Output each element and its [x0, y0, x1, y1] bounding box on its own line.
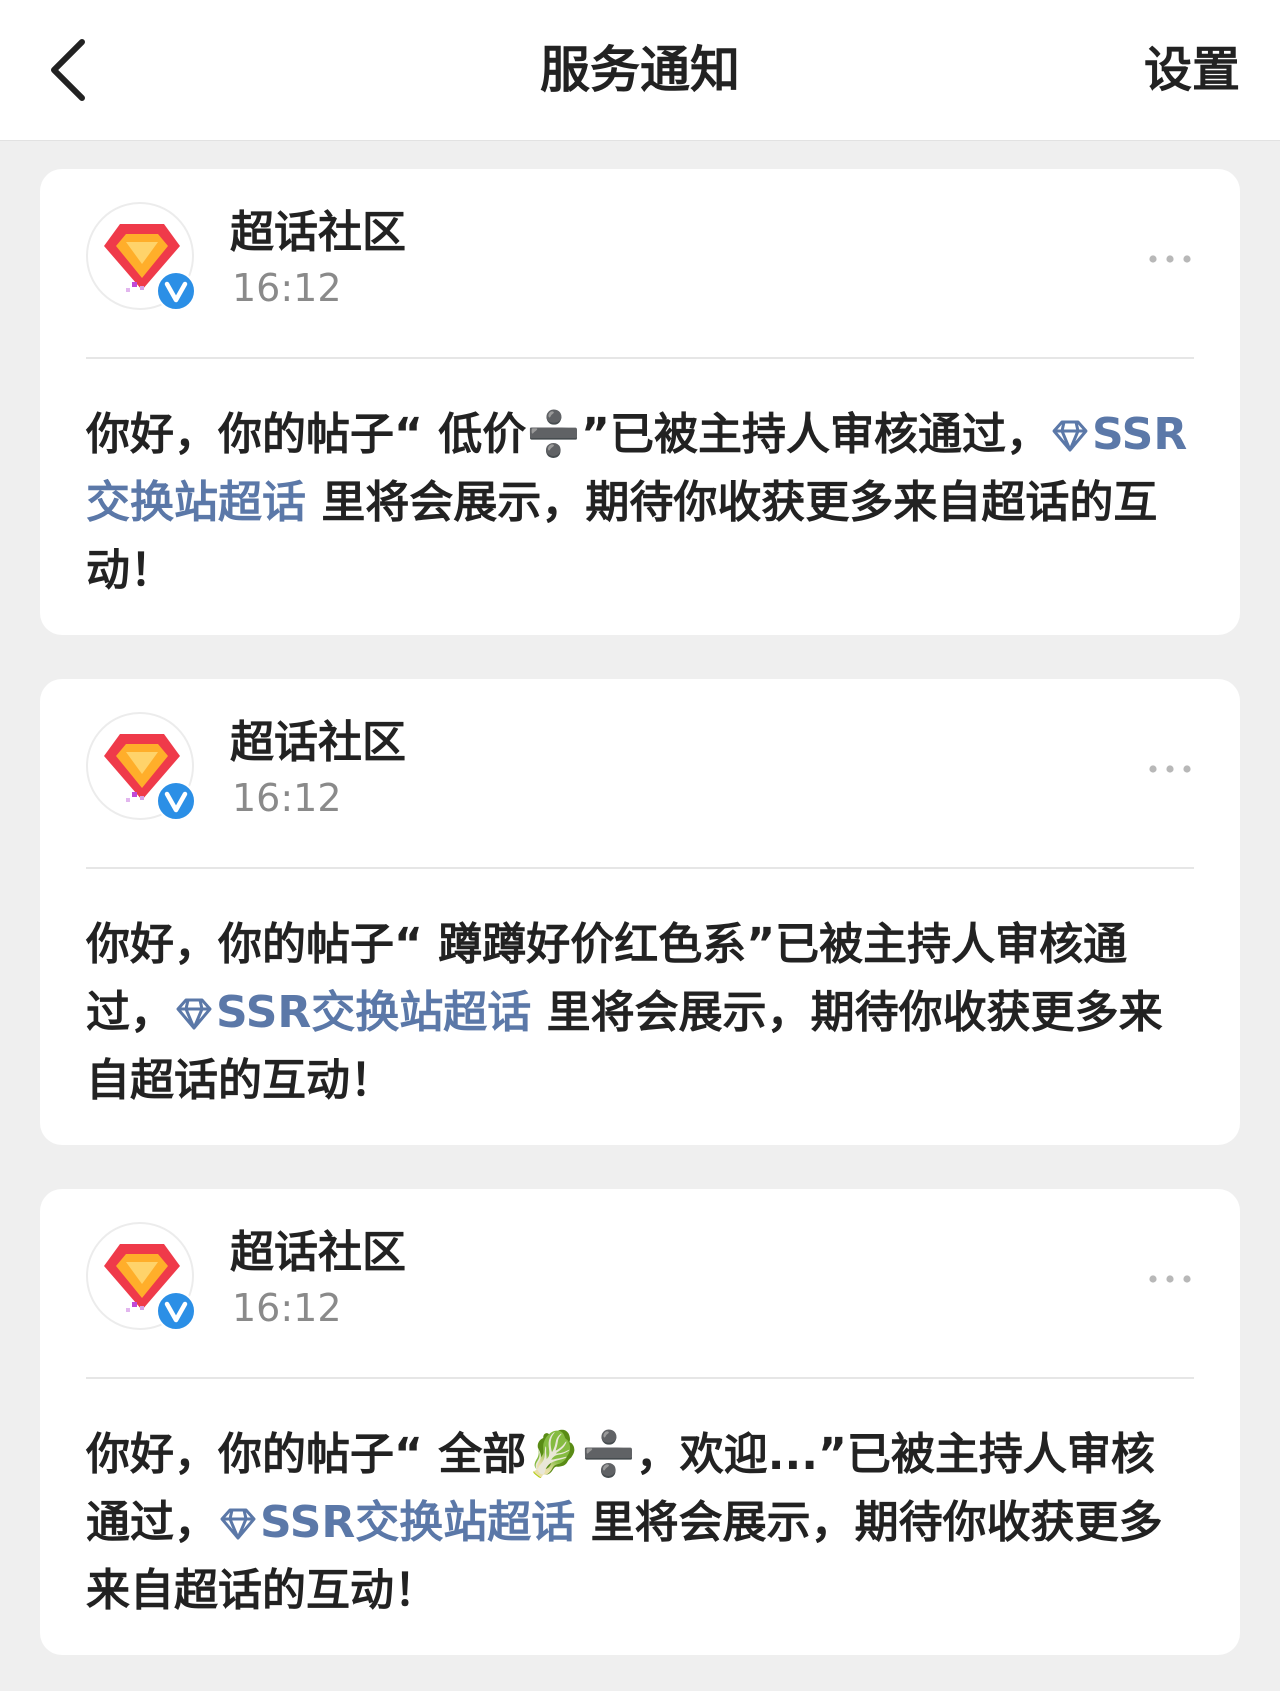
more-horizontal-icon: [1149, 255, 1191, 263]
message-text: 你好，你的帖子“ 低价➗”已被主持人审核通过，: [86, 409, 1050, 460]
topic-link[interactable]: SSR交换站超话: [174, 987, 531, 1038]
message-body: 你好，你的帖子“ 低价➗”已被主持人审核通过， SSR交换站超话 里将会展示，期待…: [86, 359, 1194, 605]
verified-badge-icon: [156, 271, 196, 311]
diamond-icon: [220, 1508, 256, 1540]
sender-name: 超话社区: [230, 1227, 406, 1278]
more-button[interactable]: [1146, 1259, 1194, 1299]
more-button[interactable]: [1146, 749, 1194, 789]
verified-badge-icon: [156, 781, 196, 821]
message-body: 你好，你的帖子“ 全部🥬➗，欢迎...”已被主持人审核通过， SSR交换站超话 里…: [86, 1379, 1194, 1625]
sender-name: 超话社区: [230, 207, 406, 258]
notification-list: 超话社区 16:12 你好，你的帖子“ 低价➗”已被主持人审核通过， SSR交换站…: [0, 141, 1280, 1655]
notification-card: 超话社区 16:12 你好，你的帖子“ 全部🥬➗，欢迎...”已被主持人审核通过…: [40, 1189, 1240, 1655]
message-time: 16:12: [232, 776, 342, 820]
card-header: 超话社区 16:12: [86, 169, 1194, 359]
verified-badge-icon: [156, 1291, 196, 1331]
topic-name: SSR交换站超话: [260, 1497, 576, 1548]
sender-name: 超话社区: [230, 717, 406, 768]
notification-card: 超话社区 16:12 你好，你的帖子“ 蹲蹲好价红色系”已被主持人审核通过， SS…: [40, 679, 1240, 1145]
card-header: 超话社区 16:12: [86, 679, 1194, 869]
message-body: 你好，你的帖子“ 蹲蹲好价红色系”已被主持人审核通过， SSR交换站超话 里将会展…: [86, 869, 1194, 1115]
diamond-icon: [1052, 420, 1088, 452]
more-horizontal-icon: [1149, 1275, 1191, 1283]
more-horizontal-icon: [1149, 765, 1191, 773]
page-title: 服务通知: [540, 41, 740, 99]
topic-name: SSR交换站超话: [216, 987, 532, 1038]
top-bar: 服务通知 设置: [0, 0, 1280, 141]
notification-card: 超话社区 16:12 你好，你的帖子“ 低价➗”已被主持人审核通过， SSR交换站…: [40, 169, 1240, 635]
topic-link[interactable]: SSR交换站超话: [218, 1497, 575, 1548]
message-time: 16:12: [232, 266, 342, 310]
diamond-icon: [176, 998, 212, 1030]
message-time: 16:12: [232, 1286, 342, 1330]
settings-button[interactable]: 设置: [1144, 0, 1240, 140]
card-header: 超话社区 16:12: [86, 1189, 1194, 1379]
more-button[interactable]: [1146, 239, 1194, 279]
